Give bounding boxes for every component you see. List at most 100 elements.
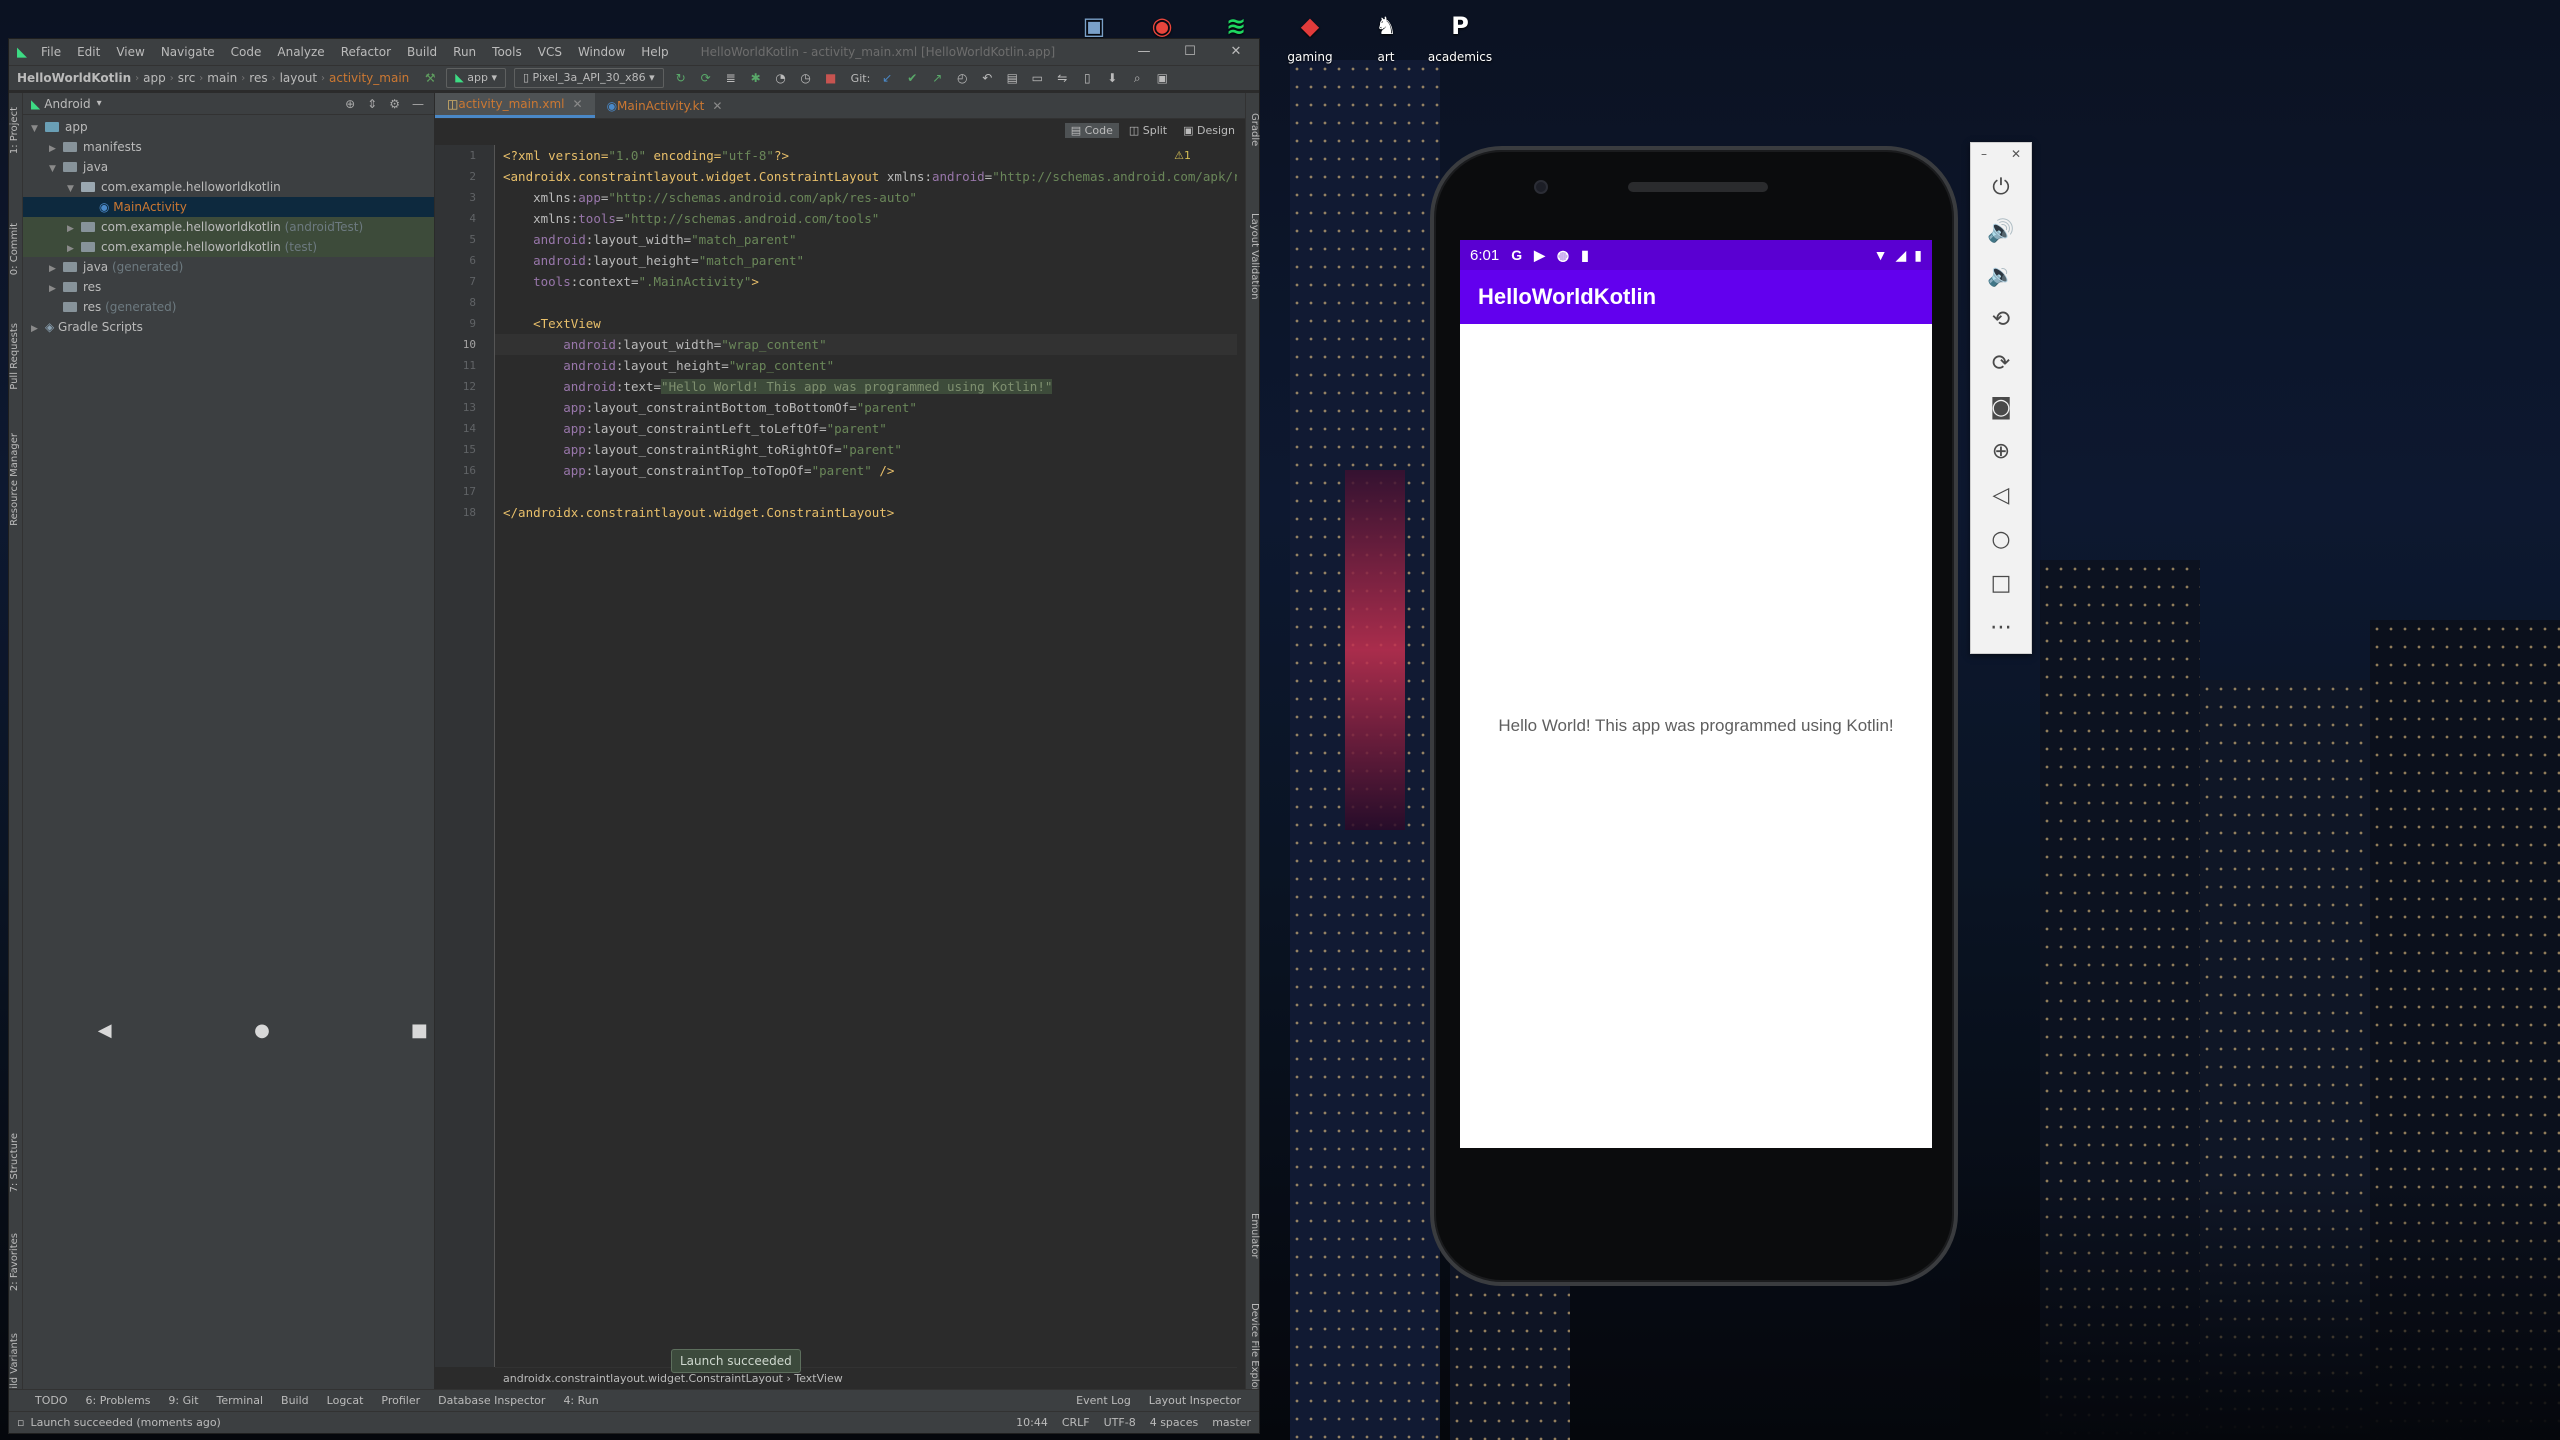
close-icon[interactable]: ✕ <box>712 93 722 119</box>
volume-up-icon[interactable]: 🔊 <box>1971 209 2031 253</box>
minimize-button[interactable]: — <box>1121 39 1167 65</box>
editor-tab[interactable]: ◫ activity_main.xml ✕ <box>435 93 595 118</box>
sync-icon[interactable]: ⇋ <box>1054 70 1070 86</box>
menu-view[interactable]: View <box>108 39 152 65</box>
tree-item[interactable]: ▶ com.example.helloworldkotlin (androidTe… <box>23 217 434 237</box>
xml-breadcrumb-bar[interactable]: androidx.constraintlayout.widget.Constra… <box>495 1367 1237 1389</box>
tree-item[interactable]: ◉ MainActivity <box>23 197 434 217</box>
debug-icon[interactable]: ✱ <box>748 70 764 86</box>
tool-window-button[interactable]: TODO <box>35 1394 68 1407</box>
device-screen[interactable]: 6:01 G ▶ ◍ ▮ ▼ ◢ ▮ HelloWorldKotlin Hell… <box>1460 240 1932 1148</box>
tab-pull-requests[interactable]: Pull Requests <box>9 323 23 390</box>
device-select[interactable]: ▯ Pixel_3a_API_30_x86 ▾ <box>513 68 664 88</box>
home-button[interactable]: ● <box>242 1010 282 1050</box>
desktop-shortcut[interactable]: Pacademics <box>1420 6 1500 64</box>
warning-indicator[interactable]: ⚠1 <box>1174 145 1191 166</box>
git-update-icon[interactable]: ↙ <box>879 70 895 86</box>
status-bar-item[interactable]: master <box>1212 1416 1251 1429</box>
close-button[interactable]: ✕ <box>1213 39 1259 65</box>
desktop-shortcut[interactable]: ♞ art <box>1346 6 1426 64</box>
menu-tools[interactable]: Tools <box>484 39 530 65</box>
chevron-right-icon[interactable]: ▶ <box>49 139 63 159</box>
breadcrumb-item[interactable]: src <box>174 71 200 85</box>
project-structure-icon[interactable]: ▤ <box>1004 70 1020 86</box>
menu-refactor[interactable]: Refactor <box>333 39 399 65</box>
tool-window-button[interactable]: Logcat <box>327 1394 364 1407</box>
chevron-right-icon[interactable]: ▶ <box>67 239 81 259</box>
stop-icon[interactable]: ■ <box>823 70 839 86</box>
tree-item[interactable]: ▼ java <box>23 157 434 177</box>
project-view-select[interactable]: Android <box>44 97 90 111</box>
tool-window-button[interactable]: 4: Run <box>563 1394 598 1407</box>
desktop-shortcut[interactable]: ◆ gaming <box>1270 6 1350 64</box>
close-icon[interactable]: ✕ <box>573 91 583 117</box>
zoom-icon[interactable]: ⊕ <box>1971 429 2031 473</box>
menu-build[interactable]: Build <box>399 39 445 65</box>
camera-icon[interactable]: ◙ <box>1971 385 2031 429</box>
tree-item[interactable]: ▶ res <box>23 277 434 297</box>
search-icon[interactable]: ⌕ <box>1129 70 1145 86</box>
tab-project[interactable]: 1: Project <box>9 107 23 154</box>
tab-structure[interactable]: 7: Structure <box>9 1133 23 1192</box>
back-button[interactable]: ◀ <box>85 1010 125 1050</box>
tool-window-button[interactable]: Terminal <box>217 1394 264 1407</box>
tab-gradle[interactable]: Gradle <box>1246 113 1260 146</box>
status-bar-item[interactable]: 4 spaces <box>1150 1416 1199 1429</box>
rerun-icon[interactable]: ↻ <box>673 70 689 86</box>
tree-item[interactable]: ▶ java (generated) <box>23 257 434 277</box>
home-icon[interactable]: ○ <box>1971 517 2031 561</box>
chevron-right-icon[interactable]: ▶ <box>31 319 45 339</box>
chevron-right-icon[interactable]: ▶ <box>49 259 63 279</box>
tool-window-button[interactable]: 9: Git <box>168 1394 198 1407</box>
overview-icon[interactable]: □ <box>1971 561 2031 605</box>
emulator-minimize-button[interactable]: – <box>1981 143 1987 165</box>
chevron-right-icon[interactable]: ▶ <box>67 219 81 239</box>
menu-file[interactable]: File <box>33 39 69 65</box>
tab-layout-validation[interactable]: Layout Validation <box>1246 213 1260 300</box>
avd-manager-icon[interactable]: ▯ <box>1079 70 1095 86</box>
history-icon[interactable]: ◴ <box>954 70 970 86</box>
apply-changes-icon[interactable]: ⟳ <box>698 70 714 86</box>
tab-device-file-explorer[interactable]: Device File Explorer <box>1246 1303 1260 1402</box>
menu-help[interactable]: Help <box>633 39 676 65</box>
tree-item[interactable]: ▼ com.example.helloworldkotlin <box>23 177 434 197</box>
status-bar-item[interactable]: CRLF <box>1062 1416 1090 1429</box>
code-view-button[interactable]: ▤ Code <box>1064 123 1119 138</box>
tool-window-button[interactable]: Event Log <box>1076 1394 1131 1407</box>
volume-down-icon[interactable]: 🔉 <box>1971 253 2031 297</box>
chevron-down-icon[interactable]: ▼ <box>67 179 81 199</box>
status-bar-item[interactable]: 10:44 <box>1016 1416 1048 1429</box>
back-icon[interactable]: ◁ <box>1971 473 2031 517</box>
chevron-right-icon[interactable]: ▶ <box>49 279 63 299</box>
tab-commit[interactable]: 0: Commit <box>9 223 23 275</box>
code-area[interactable]: ⚠1 <?xml version="1.0" encoding="utf-8"?… <box>495 145 1237 1367</box>
breadcrumb-item[interactable]: res <box>245 71 271 85</box>
collapse-all-icon[interactable]: ⇕ <box>367 97 377 111</box>
tab-favorites[interactable]: 2: Favorites <box>9 1233 23 1291</box>
power-icon[interactable]: ⏻ <box>1971 165 2031 209</box>
tree-item[interactable]: ▶ ◈ Gradle Scripts <box>23 317 434 337</box>
menu-analyze[interactable]: Analyze <box>269 39 332 65</box>
breadcrumb-item[interactable]: main <box>203 71 241 85</box>
menu-window[interactable]: Window <box>570 39 633 65</box>
chevron-down-icon[interactable]: ▾ <box>97 98 102 109</box>
status-bar-item[interactable]: UTF-8 <box>1104 1416 1136 1429</box>
tool-window-button[interactable]: Profiler <box>381 1394 420 1407</box>
chevron-down-icon[interactable]: ▼ <box>31 119 45 139</box>
hide-icon[interactable]: — <box>412 97 424 111</box>
tool-window-button[interactable]: Database Inspector <box>438 1394 545 1407</box>
attach-icon[interactable]: ◷ <box>798 70 814 86</box>
tab-emulator[interactable]: Emulator <box>1246 1213 1260 1258</box>
breadcrumb-item[interactable]: HelloWorldKotlin <box>13 71 135 85</box>
menu-code[interactable]: Code <box>223 39 270 65</box>
tree-item[interactable]: ▶ com.example.helloworldkotlin (test) <box>23 237 434 257</box>
breadcrumb-item[interactable]: activity_main <box>325 71 413 85</box>
hammer-icon[interactable]: ⚒ <box>422 70 438 86</box>
tool-window-button[interactable]: Layout Inspector <box>1149 1394 1241 1407</box>
tool-window-button[interactable]: Build <box>281 1394 309 1407</box>
menu-vcs[interactable]: VCS <box>530 39 570 65</box>
run-config-select[interactable]: ◣ app ▾ <box>446 68 506 88</box>
tool-window-button[interactable]: 6: Problems <box>86 1394 151 1407</box>
git-push-icon[interactable]: ↗ <box>929 70 945 86</box>
tree-item[interactable]: ▶ manifests <box>23 137 434 157</box>
